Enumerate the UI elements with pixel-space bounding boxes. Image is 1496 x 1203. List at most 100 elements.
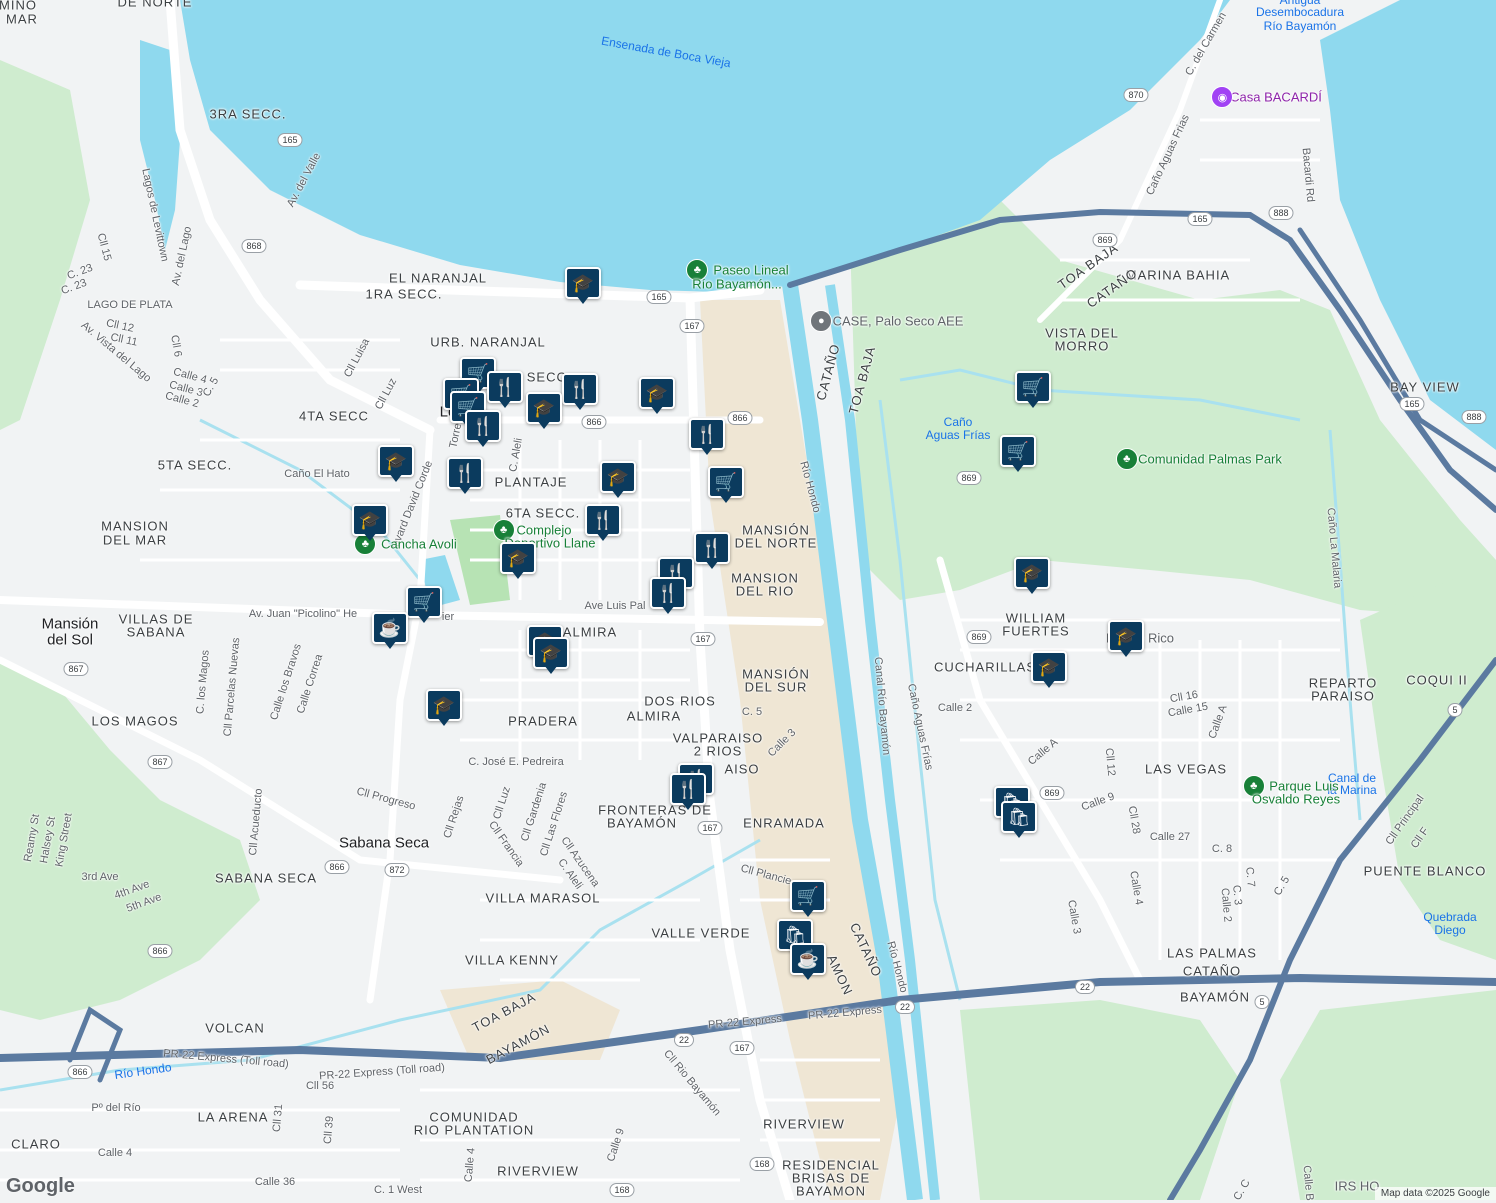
- restaurant-marker[interactable]: 🍴: [650, 577, 686, 617]
- street-label: Caño El Hato: [284, 468, 350, 480]
- street-label: LAGO DE PLATA: [87, 299, 173, 311]
- neighborhood-label: ALMIRA: [562, 624, 618, 640]
- shopping-bag-marker[interactable]: 🛍: [1001, 801, 1037, 841]
- school-marker[interactable]: 🎓: [1031, 651, 1067, 691]
- shopping-cart-marker[interactable]: 🛒: [708, 466, 744, 506]
- school-icon: 🎓: [645, 382, 669, 403]
- neighborhood-label: CUCHARILLAS: [933, 659, 1037, 675]
- school-marker[interactable]: 🎓: [526, 392, 562, 432]
- school-marker[interactable]: 🎓: [533, 637, 569, 677]
- school-icon: 🎓: [1020, 562, 1044, 583]
- neighborhood-label: COQUI II: [1406, 672, 1468, 688]
- marker-tip: [363, 532, 377, 541]
- restaurant-marker[interactable]: 🍴: [562, 373, 598, 413]
- highway-shield: 869: [966, 630, 992, 644]
- marker-tip: [576, 295, 590, 304]
- street-label: C. José E. Pedreira: [468, 756, 564, 768]
- coffee-marker[interactable]: ☕: [372, 612, 408, 652]
- highway-shield: 165: [1399, 397, 1425, 411]
- highway-shield: 870: [1123, 88, 1149, 102]
- school-marker[interactable]: 🎓: [1108, 620, 1144, 660]
- marker-tip: [573, 401, 587, 410]
- neighborhood-label: PUENTE BLANCO: [1363, 863, 1487, 879]
- marker-tip: [611, 489, 625, 498]
- google-logo: Google: [6, 1175, 75, 1197]
- neighborhood-label: LOS MAGOS: [91, 713, 179, 729]
- restaurant-marker[interactable]: 🍴: [670, 773, 706, 813]
- town-label: Sabana Seca: [338, 834, 430, 852]
- marker-tip: [458, 485, 472, 494]
- attraction-icon[interactable]: ◉: [1211, 86, 1234, 108]
- marker-tip: [1026, 399, 1040, 408]
- marker-tip: [705, 560, 719, 569]
- neighborhood-label: ALMIRA: [626, 708, 682, 724]
- highway-shield: 867: [63, 662, 89, 676]
- green-area-southeast: [960, 1000, 1240, 1200]
- highway-shield: 22: [894, 1000, 916, 1014]
- restaurant-marker[interactable]: 🍴: [585, 504, 621, 544]
- street-label: Cll 56: [305, 1080, 335, 1092]
- highway-shield: 866: [67, 1065, 93, 1079]
- marker-tip: [700, 446, 714, 455]
- coffee-icon: ☕: [796, 948, 820, 969]
- highway-shield: 888: [1461, 410, 1487, 424]
- restaurant-marker[interactable]: 🍴: [689, 418, 725, 458]
- neighborhood-label: RIVERVIEW: [497, 1163, 579, 1179]
- park-icon[interactable]: ♣: [1115, 448, 1138, 470]
- shopping-cart-marker[interactable]: 🛒: [790, 880, 826, 920]
- street-label: Calle 2: [937, 702, 973, 714]
- school-marker[interactable]: 🎓: [378, 445, 414, 485]
- highway-shield: 168: [749, 1157, 775, 1171]
- restaurant-marker[interactable]: 🍴: [487, 371, 523, 411]
- shopping-cart-icon: 🛒: [714, 471, 738, 492]
- restaurant-icon: 🍴: [591, 509, 615, 530]
- school-marker[interactable]: 🎓: [352, 504, 388, 544]
- street-label: C. 8: [1211, 843, 1233, 855]
- marker-tip: [801, 971, 815, 980]
- marker-tip: [1119, 648, 1133, 657]
- highway-shield: 167: [690, 632, 716, 646]
- restaurant-marker[interactable]: 🍴: [465, 410, 501, 450]
- restaurant-icon: 🍴: [453, 462, 477, 483]
- utility-icon[interactable]: ●: [810, 310, 833, 332]
- water-label: Desembocadura: [1255, 5, 1345, 19]
- school-marker[interactable]: 🎓: [426, 689, 462, 729]
- marker-tip: [389, 473, 403, 482]
- highway-shield: 869: [1092, 233, 1118, 247]
- school-marker[interactable]: 🎓: [1014, 557, 1050, 597]
- shopping-cart-marker[interactable]: 🛒: [1015, 371, 1051, 411]
- school-icon: 🎓: [1114, 625, 1138, 646]
- water-label: Río Bayamón: [1263, 19, 1337, 33]
- poi-label: Casa BACARDÍ: [1230, 89, 1322, 105]
- neighborhood-label: 2 RIOS: [693, 743, 743, 759]
- poi-label: CASE, Palo Seco AEE: [832, 313, 964, 329]
- coffee-icon: ☕: [378, 617, 402, 638]
- school-marker[interactable]: 🎓: [565, 267, 601, 307]
- neighborhood-label: LAS VEGAS: [1145, 761, 1227, 777]
- restaurant-marker[interactable]: 🍴: [694, 532, 730, 572]
- shopping-cart-icon: 🛒: [1021, 376, 1045, 397]
- marker-tip: [1012, 829, 1026, 838]
- marker-tip: [476, 438, 490, 447]
- neighborhood-label: RIO PLANTATION: [413, 1122, 535, 1138]
- restaurant-marker[interactable]: 🍴: [447, 457, 483, 497]
- neighborhood-label: MARINA BAHIA: [1125, 267, 1231, 283]
- marker-tip: [596, 532, 610, 541]
- street-label: Pº del Río: [91, 1102, 141, 1114]
- highway-shield: 866: [727, 411, 753, 425]
- neighborhood-label: BAYAMON: [795, 1183, 867, 1199]
- school-marker[interactable]: 🎓: [639, 377, 675, 417]
- street-label: Calle 4: [97, 1147, 133, 1159]
- neighborhood-label: 4TA SECC: [299, 408, 369, 424]
- map-attribution[interactable]: Map data ©2025 Google: [1374, 1187, 1496, 1200]
- shopping-cart-marker[interactable]: 🛒: [406, 586, 442, 626]
- shopping-cart-icon: 🛒: [1006, 440, 1030, 461]
- school-marker[interactable]: 🎓: [500, 542, 536, 582]
- school-icon: 🎓: [358, 509, 382, 530]
- shopping-cart-marker[interactable]: 🛒: [1000, 435, 1036, 475]
- coffee-marker[interactable]: ☕: [790, 943, 826, 983]
- neighborhood-label: MANSION: [101, 518, 169, 534]
- school-marker[interactable]: 🎓: [600, 461, 636, 501]
- neighborhood-label: BAYAMÓN: [606, 815, 678, 831]
- street-label: ier: [441, 611, 455, 623]
